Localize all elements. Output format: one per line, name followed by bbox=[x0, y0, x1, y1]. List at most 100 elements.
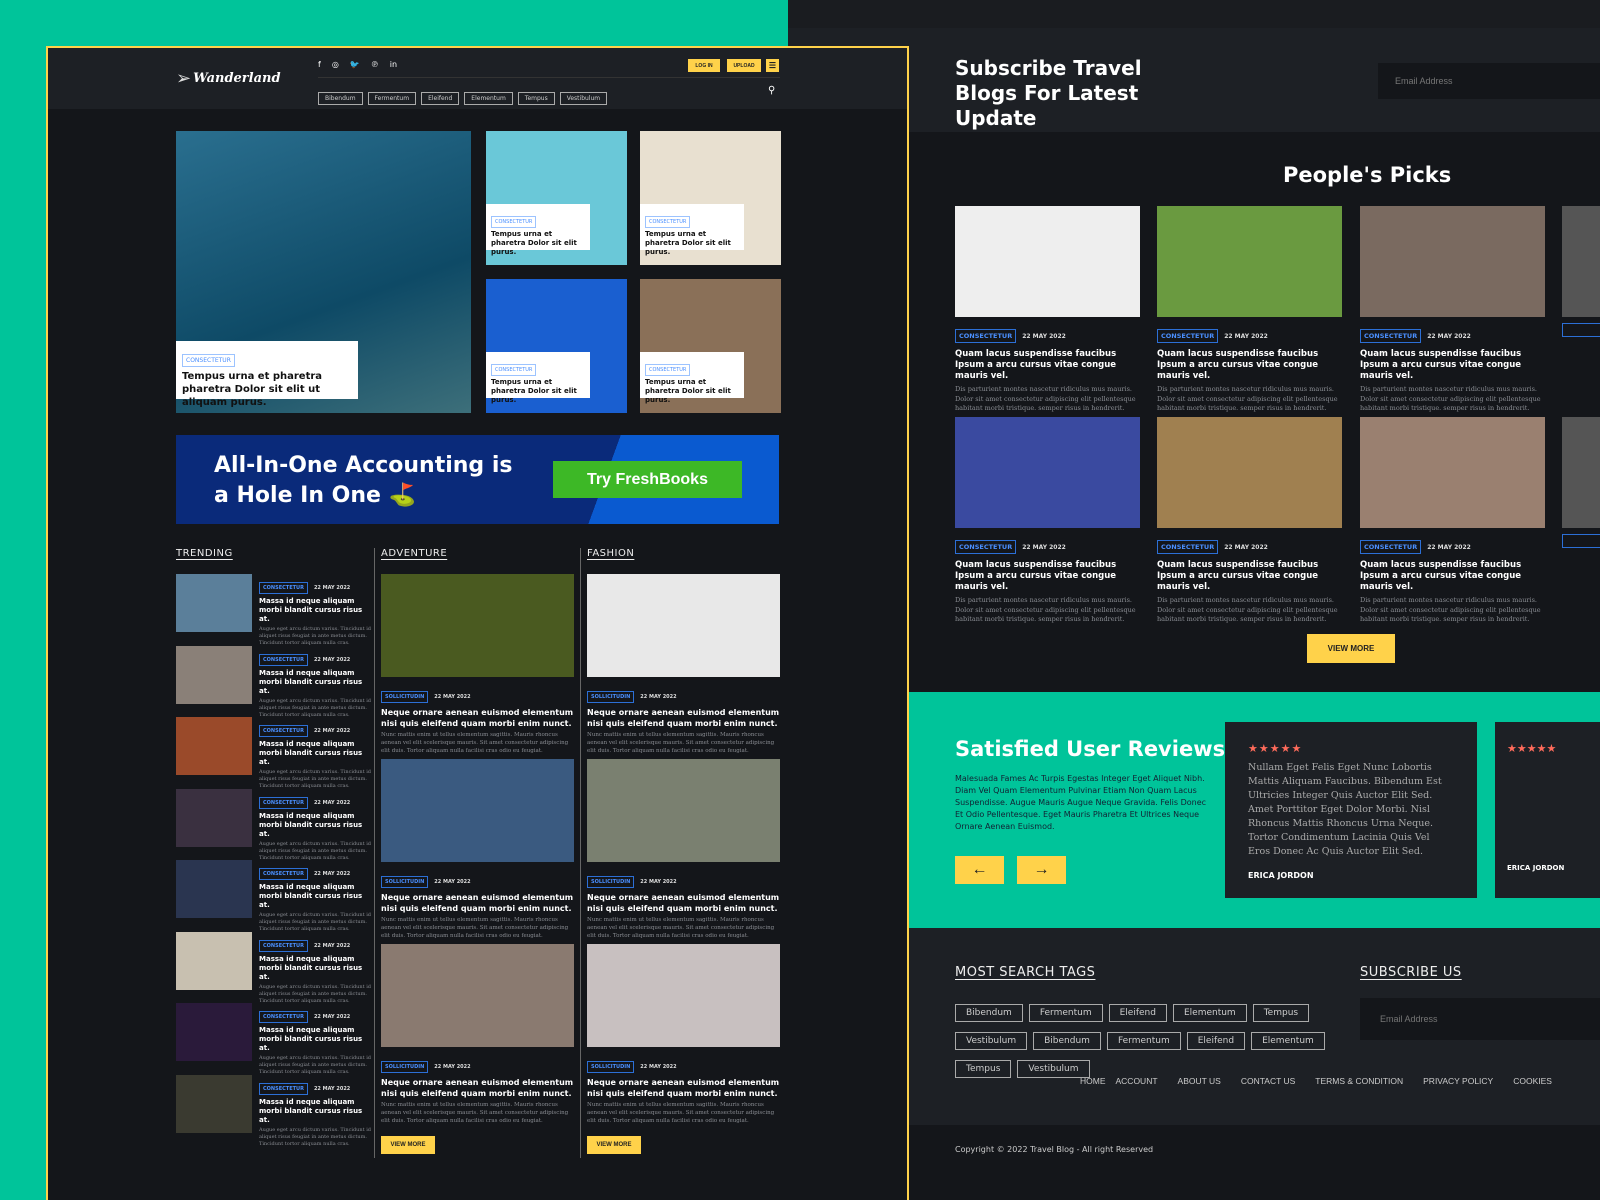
footer-tag[interactable]: Vestibulum bbox=[1017, 1060, 1090, 1078]
category-tag[interactable]: SOLLICITUDIN bbox=[381, 876, 429, 888]
pick-image[interactable] bbox=[1157, 206, 1342, 317]
hero-card[interactable]: CONSECTETUR Tempus urna et pharetra Dolor… bbox=[640, 279, 781, 413]
nav-tag[interactable]: Elementum bbox=[464, 92, 513, 105]
trending-title[interactable]: Massa id neque aliquam morbi blandit cur… bbox=[259, 883, 371, 910]
category-tag[interactable]: SOLLICITUDIN bbox=[381, 691, 429, 703]
pick-title[interactable]: Quam lacus suspendisse faucibus Ipsum a … bbox=[1360, 560, 1550, 593]
hero-card[interactable]: CONSECTETUR Tempus urna et pharetra Dolor… bbox=[486, 279, 627, 413]
story-image[interactable] bbox=[587, 944, 780, 1047]
category-tag[interactable]: CONSECTETUR bbox=[259, 868, 308, 880]
trending-image[interactable] bbox=[176, 1003, 252, 1061]
social-icon[interactable]: ℗ bbox=[371, 60, 379, 69]
category-tag[interactable]: CONSECTETUR bbox=[491, 216, 537, 228]
trending-title[interactable]: Massa id neque aliquam morbi blandit cur… bbox=[259, 1098, 371, 1125]
category-tag[interactable]: SOLLICITUDIN bbox=[587, 691, 635, 703]
pick-title[interactable]: Quam lacus suspendisse faucibus Ipsum a … bbox=[1360, 349, 1550, 382]
footer-link[interactable]: ACCOUNT bbox=[1116, 1076, 1158, 1086]
pick-title[interactable]: Quam lacus suspendisse faucibus Ipsum a … bbox=[1157, 560, 1347, 593]
trending-image[interactable] bbox=[176, 931, 252, 990]
hero-card[interactable]: CONSECTETUR Tempus urna et pharetra Dolor… bbox=[486, 131, 627, 265]
category-tag[interactable]: CONSECTETUR bbox=[1360, 329, 1422, 343]
footer-tag[interactable]: Eleifend bbox=[1186, 1032, 1246, 1050]
category-tag[interactable]: SOLLICITUDIN bbox=[587, 1061, 635, 1073]
trending-title[interactable]: Massa id neque aliquam morbi blandit cur… bbox=[259, 955, 371, 982]
ad-banner[interactable]: All-In-One Accounting is a Hole In One ⛳… bbox=[176, 435, 779, 524]
story-title[interactable]: Neque ornare aenean euismod elementum ni… bbox=[587, 892, 783, 914]
trending-image[interactable] bbox=[176, 860, 252, 918]
hero-main-title[interactable]: Tempus urna et pharetra pharetra Dolor s… bbox=[182, 370, 352, 409]
footer-link[interactable]: PRIVACY POLICY bbox=[1423, 1076, 1493, 1086]
fashion-view-more-button[interactable]: VIEW MORE bbox=[587, 1136, 641, 1154]
footer-tag[interactable]: Fermentum bbox=[1106, 1032, 1181, 1050]
story-title[interactable]: Neque ornare aenean euismod elementum ni… bbox=[587, 1077, 783, 1099]
hero-card[interactable]: CONSECTETUR Tempus urna et pharetra Dolor… bbox=[640, 131, 781, 265]
footer-tag[interactable]: Vestibulum bbox=[955, 1032, 1028, 1050]
story-image[interactable] bbox=[381, 759, 574, 862]
footer-email-input[interactable] bbox=[1360, 998, 1600, 1040]
category-tag[interactable]: CONSECTETUR bbox=[259, 725, 308, 737]
footer-tag[interactable]: Elementum bbox=[1251, 1032, 1325, 1050]
category-tag[interactable]: CONSECTETUR bbox=[259, 796, 308, 809]
nav-tag[interactable]: Bibendum bbox=[318, 92, 363, 105]
footer-tag[interactable]: Bibendum bbox=[1033, 1032, 1101, 1050]
story-title[interactable]: Neque ornare aenean euismod elementum ni… bbox=[587, 707, 783, 729]
pick-title[interactable]: Quam lacus suspendisse faucibus Ipsum a … bbox=[955, 349, 1145, 382]
category-tag[interactable]: CONSECTETUR bbox=[259, 582, 308, 594]
pick-image[interactable] bbox=[955, 417, 1140, 528]
category-tag[interactable]: CONSECTETUR bbox=[182, 354, 235, 367]
category-tag[interactable]: CONSECTETUR bbox=[955, 329, 1017, 343]
pick-image[interactable] bbox=[1562, 206, 1600, 317]
pick-image[interactable] bbox=[1562, 417, 1600, 528]
social-icon[interactable]: f bbox=[318, 60, 321, 69]
category-tag[interactable]: CONSECTETUR bbox=[1157, 540, 1219, 554]
menu-button[interactable]: ☰ bbox=[766, 59, 779, 72]
story-image[interactable] bbox=[587, 759, 780, 862]
footer-link[interactable]: ABOUT US bbox=[1178, 1076, 1221, 1086]
footer-tag[interactable]: Eleifend bbox=[1108, 1004, 1167, 1022]
story-image[interactable] bbox=[381, 574, 574, 677]
login-button[interactable]: LOG IN bbox=[688, 59, 720, 72]
category-tag[interactable]: SOLLICITUDIN bbox=[587, 876, 635, 888]
story-title[interactable]: Neque ornare aenean euismod elementum ni… bbox=[381, 892, 577, 914]
trending-title[interactable]: Massa id neque aliquam morbi blandit cur… bbox=[259, 740, 371, 767]
category-tag[interactable]: CONSECTETUR bbox=[645, 364, 691, 376]
social-icon[interactable]: 🐦 bbox=[350, 60, 360, 69]
hero-card-title[interactable]: Tempus urna et pharetra Dolor sit elit p… bbox=[491, 378, 585, 405]
picks-view-more-button[interactable]: VIEW MORE bbox=[1307, 634, 1395, 663]
ad-cta-button[interactable]: Try FreshBooks bbox=[553, 461, 742, 498]
nav-tag[interactable]: Fermentum bbox=[367, 92, 417, 105]
footer-tag[interactable]: Fermentum bbox=[1028, 1004, 1103, 1022]
prev-arrow-button[interactable]: ← bbox=[955, 856, 1004, 884]
story-image[interactable] bbox=[381, 944, 574, 1047]
upload-button[interactable]: UPLOAD bbox=[727, 59, 761, 72]
adventure-view-more-button[interactable]: VIEW MORE bbox=[381, 1136, 435, 1154]
hero-main-image[interactable]: CONSECTETUR Tempus urna et pharetra phar… bbox=[176, 131, 471, 413]
footer-tag[interactable]: Tempus bbox=[955, 1060, 1012, 1078]
category-tag[interactable]: CONSECTETUR bbox=[645, 216, 691, 228]
trending-title[interactable]: Massa id neque aliquam morbi blandit cur… bbox=[259, 597, 371, 624]
pick-image[interactable] bbox=[1157, 417, 1342, 528]
category-tag[interactable]: CONSECTETUR bbox=[259, 1082, 308, 1095]
social-icon[interactable]: ◎ bbox=[332, 60, 339, 69]
trending-title[interactable]: Massa id neque aliquam morbi blandit cur… bbox=[259, 669, 371, 696]
footer-link[interactable]: CONTACT US bbox=[1241, 1076, 1295, 1086]
footer-tag[interactable]: Elementum bbox=[1172, 1004, 1247, 1022]
nav-tag[interactable]: Vestibulum bbox=[559, 92, 608, 105]
story-title[interactable]: Neque ornare aenean euismod elementum ni… bbox=[381, 707, 577, 729]
trending-title[interactable]: Massa id neque aliquam morbi blandit cur… bbox=[259, 812, 371, 839]
trending-image[interactable] bbox=[176, 574, 252, 632]
pick-image[interactable] bbox=[955, 206, 1140, 317]
hero-card-title[interactable]: Tempus urna et pharetra Dolor sit elit p… bbox=[645, 378, 739, 405]
nav-tag[interactable]: Eleifend bbox=[421, 92, 460, 105]
footer-tag[interactable]: Bibendum bbox=[955, 1004, 1023, 1022]
pick-image[interactable] bbox=[1360, 206, 1545, 317]
nav-tag[interactable]: Tempus bbox=[517, 92, 555, 105]
category-tag[interactable]: CONSECTETUR bbox=[259, 1011, 308, 1023]
hero-card-title[interactable]: Tempus urna et pharetra Dolor sit elit p… bbox=[645, 230, 739, 257]
pick-image[interactable] bbox=[1360, 417, 1545, 528]
category-tag[interactable]: CONSECTETUR bbox=[1157, 329, 1219, 343]
category-tag[interactable]: CONSECTETUR bbox=[259, 653, 308, 666]
search-icon[interactable]: ⚲ bbox=[768, 85, 775, 96]
story-title[interactable]: Neque ornare aenean euismod elementum ni… bbox=[381, 1077, 577, 1099]
trending-image[interactable] bbox=[176, 717, 252, 775]
